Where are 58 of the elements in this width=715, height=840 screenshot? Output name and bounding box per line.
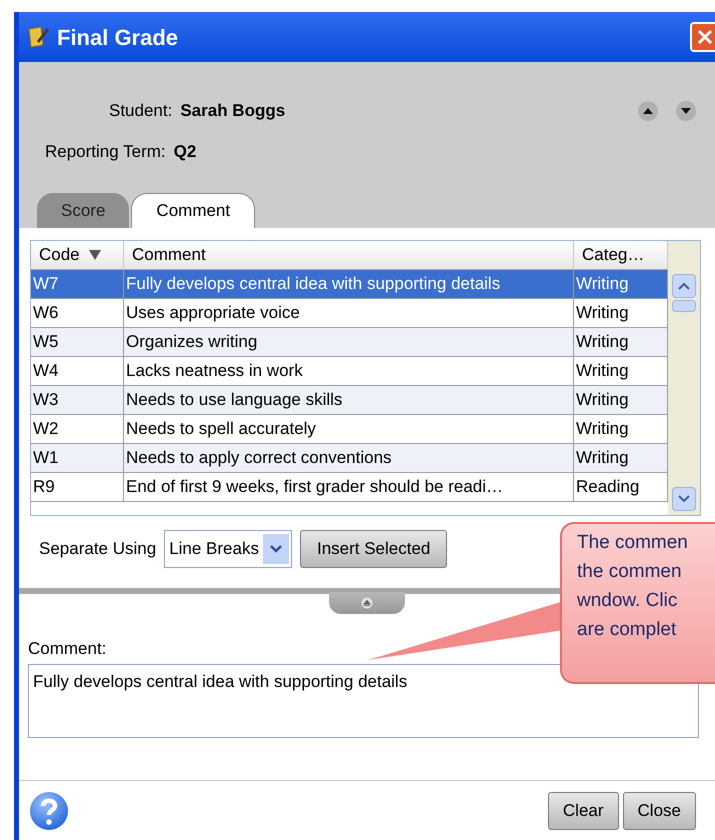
term-value: Q2 <box>174 141 196 164</box>
table-row[interactable]: W4 Lacks neatness in work Writing <box>31 357 668 386</box>
table-row[interactable]: W3 Needs to use language skills Writing <box>31 386 668 415</box>
up-arrow-icon <box>643 108 653 114</box>
table-cell: Uses appropriate voice <box>124 299 574 327</box>
table-cell: W2 <box>31 415 124 443</box>
table-cell: Needs to spell accurately <box>124 415 574 443</box>
close-icon <box>697 29 713 45</box>
table-cell: W3 <box>31 386 124 414</box>
table-row[interactable]: W1 Needs to apply correct conventions Writing <box>31 444 668 473</box>
table-row[interactable]: W6 Uses appropriate voice Writing <box>31 299 668 328</box>
table-cell: W7 <box>31 270 124 298</box>
callout-text: the commen <box>577 560 683 584</box>
separator-dropdown[interactable]: Line Breaks <box>164 530 292 568</box>
next-button[interactable] <box>676 101 696 121</box>
table-row[interactable]: R9 End of first 9 weeks, first grader should be readi… Reading <box>31 473 668 502</box>
student-name: Sarah Boggs <box>180 100 286 122</box>
term-label: Reporting Term: <box>45 141 166 164</box>
table-cell: End of first 9 weeks, first grader should be readi… <box>124 473 574 501</box>
dialog-button[interactable]: Close <box>622 792 696 830</box>
help-icon[interactable] <box>29 791 69 831</box>
table-cell: W5 <box>31 328 124 356</box>
table-row[interactable]: W2 Needs to spell accurately Writing <box>31 415 668 444</box>
table-cell: Organizes writing <box>124 328 574 356</box>
close-button[interactable] <box>690 22 715 52</box>
callout-text: are complet <box>577 618 678 642</box>
table-cell: Lacks neatness in work <box>124 357 574 385</box>
previous-button[interactable] <box>638 101 658 121</box>
separate-label: Separate Using <box>39 538 156 560</box>
table-cell: R9 <box>31 473 124 501</box>
callout-text: The commen <box>577 531 689 555</box>
table-cell: Needs to apply correct conventions <box>124 444 574 472</box>
table-cell: W6 <box>31 299 124 327</box>
tab[interactable]: Score <box>37 193 130 228</box>
table-row[interactable]: W7 Fully develops central idea with supporting details Writing <box>31 270 668 299</box>
column-header[interactable]: Code <box>31 241 124 269</box>
comment-label: Comment: <box>28 638 108 660</box>
dialog-button[interactable]: Clear <box>548 792 619 830</box>
column-header[interactable]: Comment <box>124 241 574 269</box>
table-cell: Fully develops central idea with supporting details <box>124 270 574 298</box>
callout-text: wndow. Clic <box>577 589 678 613</box>
notepad-icon <box>27 25 49 49</box>
scroll-down-button[interactable] <box>672 487 696 511</box>
collapse-handle[interactable] <box>329 592 405 614</box>
student-label: Student: <box>109 100 172 122</box>
table-cell: Needs to use language skills <box>124 386 574 414</box>
insert-selected-button[interactable]: Insert Selected <box>300 530 448 568</box>
comment-field[interactable]: Fully develops central idea with supporting details <box>28 664 699 738</box>
tab[interactable]: Comment <box>131 193 256 228</box>
down-arrow-icon <box>681 108 691 114</box>
table-row[interactable]: W5 Organizes writing Writing <box>31 328 668 357</box>
window-title: Final Grade <box>57 24 178 52</box>
eject-icon <box>360 597 374 609</box>
scroll-thumb[interactable] <box>672 300 696 312</box>
scrollbar[interactable] <box>668 241 700 515</box>
table-cell: W1 <box>31 444 124 472</box>
table-cell: W4 <box>31 357 124 385</box>
scroll-up-button[interactable] <box>672 274 696 298</box>
